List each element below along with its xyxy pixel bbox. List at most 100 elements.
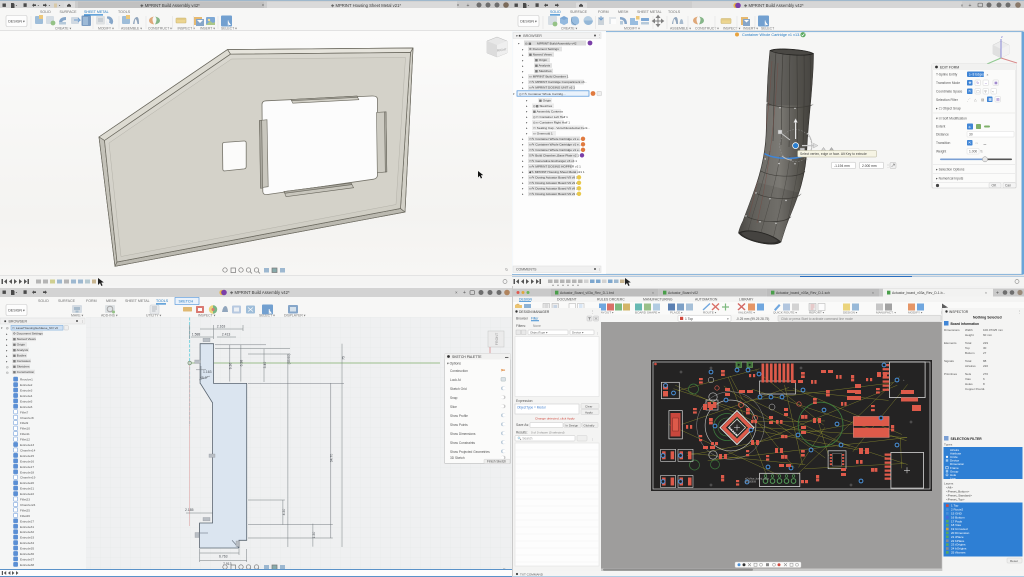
- svg-text:⋮: ⋮: [596, 331, 599, 335]
- svg-text:TOOLS: TOOLS: [668, 10, 681, 14]
- svg-text:None: None: [533, 324, 541, 328]
- svg-text:Fillet9: Fillet9: [20, 421, 29, 425]
- svg-text:Actuator_Board v02: Actuator_Board v02: [668, 291, 698, 295]
- svg-text:4.30: 4.30: [282, 509, 286, 516]
- svg-text:27: 27: [983, 351, 987, 355]
- svg-text:▩ Analysis: ▩ Analysis: [535, 64, 551, 68]
- svg-text:▭ LaserHousingGehäuse_NO v6: ▭ LaserHousingGehäuse_NO v6: [12, 326, 58, 330]
- svg-text:▩ Canvases: ▩ Canvases: [13, 359, 31, 363]
- svg-text:Fillet10: Fillet10: [20, 427, 30, 431]
- svg-text:Extrude33: Extrude33: [20, 536, 34, 540]
- svg-text:Vias: Vias: [965, 377, 971, 381]
- svg-text:Extrude6: Extrude6: [20, 405, 33, 409]
- svg-text:SELECT ▾: SELECT ▾: [221, 27, 237, 31]
- svg-text:75: 75: [342, 356, 346, 360]
- svg-text:Transform Mode: Transform Mode: [936, 81, 960, 85]
- svg-text:Globally: Globally: [584, 423, 595, 427]
- svg-text:REPORT ▾: REPORT ▾: [809, 311, 825, 315]
- svg-text:Fillet11: Fillet11: [20, 432, 30, 436]
- svg-text:SURFACE: SURFACE: [58, 299, 76, 303]
- svg-text:×: ×: [872, 291, 874, 295]
- svg-text:⚙ Document Settings: ⚙ Document Settings: [529, 47, 559, 51]
- svg-text:⋮: ⋮: [886, 163, 890, 168]
- svg-text:Show Points: Show Points: [450, 423, 468, 427]
- svg-text:SURFACE: SURFACE: [570, 10, 588, 14]
- svg-text:Sketch Grid: Sketch Grid: [450, 387, 467, 391]
- svg-text:ROUTE ▾: ROUTE ▾: [703, 311, 717, 315]
- svg-text:Filter: Filter: [531, 317, 539, 321]
- svg-text:⇱: ⇱: [969, 90, 972, 94]
- svg-text:⎈: ⎈: [968, 125, 971, 129]
- svg-text:SKETCH: SKETCH: [179, 299, 194, 303]
- svg-text:z: z: [1001, 35, 1003, 39]
- svg-text:+: +: [463, 290, 466, 296]
- svg-text:SOLID: SOLID: [40, 10, 51, 14]
- svg-text:⇅: ⇅: [980, 150, 983, 154]
- svg-text:⋮: ⋮: [1018, 310, 1021, 314]
- svg-text:MANUFACT. ▾: MANUFACT. ▾: [876, 311, 896, 315]
- svg-text:Click or press Start to activa: Click or press Start to activate command…: [781, 317, 853, 321]
- svg-text:0 of 0 shown (0 selected): 0 of 0 shown (0 selected): [531, 431, 565, 435]
- svg-text:SURFACE: SURFACE: [60, 10, 78, 14]
- svg-text:6.763: 6.763: [219, 555, 228, 559]
- svg-text:60 mm: 60 mm: [983, 333, 993, 337]
- svg-text:Fillet26: Fillet26: [20, 514, 30, 518]
- svg-text:Total: Total: [965, 341, 972, 345]
- svg-text:Elements: Elements: [944, 341, 957, 345]
- svg-text:▨: ▨: [981, 98, 984, 102]
- svg-text:×: ×: [652, 291, 654, 295]
- svg-text:TXT COMMAND: TXT COMMAND: [520, 572, 544, 576]
- svg-text:Show Profile: Show Profile: [450, 414, 468, 418]
- svg-text:Selection Filter: Selection Filter: [936, 98, 959, 102]
- svg-text:Holes: Holes: [965, 382, 973, 386]
- svg-text:▸ Numerical Inputs: ▸ Numerical Inputs: [936, 177, 964, 181]
- svg-text:Show Constraints: Show Constraints: [450, 441, 475, 445]
- svg-text:Board Information: Board Information: [951, 322, 980, 326]
- svg-text:INSPECTOR: INSPECTOR: [949, 310, 969, 314]
- svg-text:Actuator_board_v03a_Rev_D-1.sc: Actuator_board_v03a_Rev_D-1.sch: [776, 291, 830, 295]
- svg-text:<Preset_Top>: <Preset_Top>: [946, 498, 965, 502]
- svg-text:Expression:: Expression:: [516, 399, 533, 403]
- svg-text:88: 88: [983, 359, 987, 363]
- svg-text:Reset: Reset: [1010, 559, 1018, 563]
- svg-text:EDIT FORM: EDIT FORM: [940, 66, 959, 70]
- svg-text:Types: Types: [944, 443, 953, 447]
- svg-text:Extrude2: Extrude2: [20, 383, 33, 387]
- svg-text:Fillet23: Fillet23: [20, 498, 30, 502]
- svg-text:DESIGN ▾: DESIGN ▾: [843, 311, 858, 315]
- svg-text:-1.194 mm: -1.194 mm: [834, 164, 850, 168]
- svg-text:Show Projected Geometries: Show Projected Geometries: [450, 450, 490, 454]
- svg-text:⋮: ⋮: [598, 268, 602, 272]
- svg-text:Clear: Clear: [585, 404, 592, 408]
- svg-text:25 tNames: 25 tNames: [951, 551, 966, 555]
- svg-text:Apply: Apply: [585, 410, 593, 414]
- svg-text:×: ×: [985, 291, 987, 295]
- svg-text:Chamfer14: Chamfer14: [20, 449, 36, 453]
- svg-text:▭✎ MPRINT DOSING HOPPER v2 1: ▭✎ MPRINT DOSING HOPPER v2 1: [529, 165, 581, 169]
- svg-text:▭✎ Dosing Actuator Board V9 v9: ▭✎ Dosing Actuator Board V9 v9 1: [529, 176, 578, 180]
- svg-text:◎: ◎: [6, 365, 9, 369]
- svg-text:MESH: MESH: [618, 10, 629, 14]
- svg-text:MPRINT Build Assembly v42: MPRINT Build Assembly v42: [537, 42, 577, 46]
- svg-text:Extrude36: Extrude36: [20, 552, 34, 556]
- svg-text:▭✎ Container Whole Cartridge v: ▭✎ Container Whole Cartridge v1 e...: [529, 148, 581, 152]
- svg-text:Extrude17: Extrude17: [20, 465, 34, 469]
- svg-text:SHEET METAL: SHEET METAL: [637, 10, 662, 14]
- svg-text:×: ×: [457, 3, 460, 8]
- svg-text:Top: Top: [965, 346, 970, 350]
- svg-text:⋮: ⋮: [598, 34, 602, 38]
- svg-text:Fillet25: Fillet25: [20, 508, 30, 512]
- svg-text:Copper Pours: Copper Pours: [965, 387, 984, 391]
- svg-text:3D Sketch: 3D Sketch: [450, 456, 465, 460]
- svg-text:Extrude31: Extrude31: [20, 525, 34, 529]
- svg-text:+: +: [996, 291, 999, 297]
- svg-text:✥: ✥: [969, 81, 972, 85]
- svg-text:45.0°: 45.0°: [200, 376, 209, 380]
- svg-text:Signals: Signals: [944, 359, 954, 363]
- svg-text:▩ Sketches: ▩ Sketches: [535, 69, 552, 73]
- svg-text:SELECTION FILTER: SELECTION FILTER: [951, 437, 983, 441]
- svg-text:DESIGN ▾: DESIGN ▾: [8, 309, 25, 313]
- svg-text:Fillet12: Fillet12: [20, 438, 30, 442]
- svg-text:Extrude3: Extrude3: [20, 389, 33, 393]
- svg-text:FRONT: FRONT: [495, 332, 499, 345]
